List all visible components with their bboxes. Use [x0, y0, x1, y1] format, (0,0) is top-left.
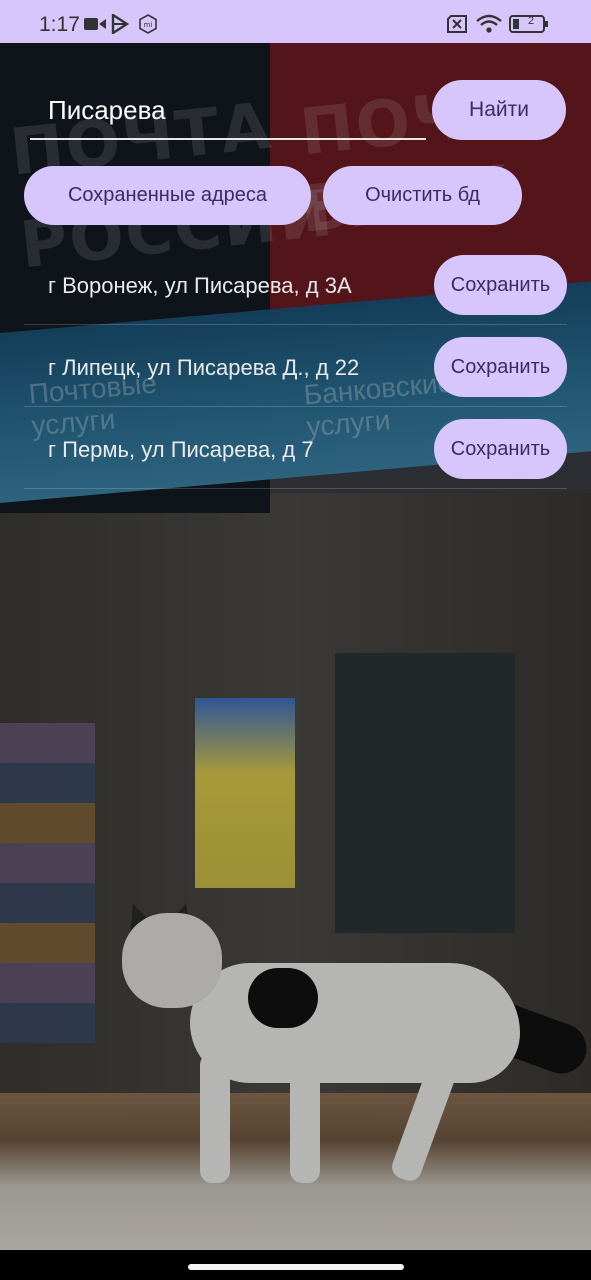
saved-addresses-button[interactable]: Сохраненные адреса	[24, 166, 311, 225]
search-input[interactable]	[30, 82, 426, 140]
play-store-icon	[110, 13, 130, 35]
result-item: г Липецк, ул Писарева Д., д 22 Сохранить	[24, 325, 567, 407]
result-address: г Липецк, ул Писарева Д., д 22	[48, 355, 360, 380]
result-item: г Пермь, ул Писарева, д 7 Сохранить	[24, 407, 567, 489]
save-address-button[interactable]: Сохранить	[434, 255, 567, 315]
save-address-button[interactable]: Сохранить	[434, 337, 567, 397]
clear-db-button[interactable]: Очистить бд	[323, 166, 522, 225]
battery-icon: 2	[509, 13, 549, 35]
video-camera-icon	[84, 13, 106, 35]
mi-icon: mi	[138, 13, 158, 35]
find-button[interactable]: Найти	[432, 80, 566, 140]
no-sim-icon	[446, 13, 468, 35]
save-address-button[interactable]: Сохранить	[434, 419, 567, 479]
result-item: г Воронеж, ул Писарева, д 3А Сохранить	[24, 243, 567, 325]
home-gesture-handle[interactable]	[188, 1264, 404, 1270]
results-list: г Воронеж, ул Писарева, д 3А Сохранить г…	[24, 243, 567, 489]
status-bar: 1:17 mi 2	[0, 0, 591, 43]
result-address: г Пермь, ул Писарева, д 7	[48, 437, 314, 462]
navigation-bar	[0, 1250, 591, 1280]
battery-level: 2	[528, 15, 535, 27]
status-time: 1:17	[39, 13, 80, 36]
svg-text:mi: mi	[144, 21, 153, 29]
wifi-icon	[476, 13, 502, 35]
result-address: г Воронеж, ул Писарева, д 3А	[48, 273, 352, 298]
